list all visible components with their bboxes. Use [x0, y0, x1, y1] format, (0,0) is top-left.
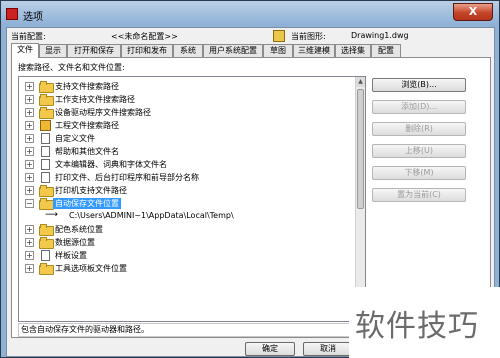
tree-item[interactable]: + 打印文件、后台打印程序和前导部分名称 — [19, 171, 339, 184]
document-icon — [41, 250, 50, 261]
expand-icon[interactable]: + — [25, 147, 34, 156]
tab-system[interactable]: 系统 — [173, 44, 203, 58]
tree-item-label: C:\Users\ADMINI~1\AppData\Local\Temp\ — [69, 211, 234, 220]
section-label: 搜索路径、文件名和文件位置: — [18, 63, 125, 72]
tree-item-label: 样板设置 — [55, 251, 87, 260]
folder-icon — [39, 94, 54, 106]
expand-icon[interactable]: + — [25, 82, 34, 91]
tree-item-label: 工作支持文件搜索路径 — [55, 95, 135, 104]
tree-item-label: 自动保存文件位置 — [53, 198, 121, 209]
tree-item[interactable]: + 配色系统位置 — [19, 223, 339, 236]
folder-icon — [39, 263, 54, 275]
tree-item[interactable]: + 样板设置 — [19, 249, 339, 262]
tree-item[interactable]: + 自定义文件 — [19, 132, 339, 145]
tab-selection[interactable]: 选择集 — [335, 44, 371, 58]
tree-item[interactable]: + 文本编辑器、词典和字体文件名 — [19, 158, 339, 171]
tree-item-label: 打印文件、后台打印程序和前导部分名称 — [55, 173, 199, 182]
expand-icon[interactable]: + — [25, 238, 34, 247]
tree-item-path[interactable]: ⟶ C:\Users\ADMINI~1\AppData\Local\Temp\ — [19, 210, 339, 223]
document-icon — [41, 172, 50, 183]
profile-label: 当前配置: — [11, 32, 46, 41]
tab-plot-publish[interactable]: 打印和发布 — [121, 44, 173, 58]
tab-open-save[interactable]: 打开和保存 — [67, 44, 121, 58]
expand-icon[interactable]: + — [25, 134, 34, 143]
tab-files[interactable]: 文件 — [11, 43, 39, 58]
expand-icon[interactable]: + — [25, 264, 34, 273]
tree-item-label: 配色系统位置 — [55, 225, 103, 234]
profile-value: <<未命名配置>> — [111, 32, 178, 41]
watermark-text: 软件技巧 — [355, 309, 479, 344]
move-down-button[interactable]: 下移(M) — [372, 166, 466, 180]
tree-item-label: 数据源位置 — [55, 238, 95, 247]
drawing-icon — [273, 30, 285, 42]
folder-icon — [39, 81, 54, 93]
title-bar[interactable]: 选项 X — [1, 1, 499, 27]
tree-item[interactable]: + 打印机支持文件路径 — [19, 184, 339, 197]
remove-button[interactable]: 删除(R) — [372, 122, 466, 136]
tree-item-autosave[interactable]: − 自动保存文件位置 — [19, 197, 339, 210]
tab-3d-modeling[interactable]: 三维建模 — [293, 44, 335, 58]
window-title: 选项 — [23, 12, 43, 23]
expand-icon[interactable]: + — [25, 173, 34, 182]
scroll-up-icon[interactable]: ▲ — [356, 77, 365, 87]
browse-button[interactable]: 浏览(B)... — [372, 78, 466, 92]
ok-button[interactable]: 确定 — [245, 342, 295, 356]
collapse-icon[interactable]: − — [25, 199, 34, 208]
tree-item-label: 帮助和其他文件名 — [55, 147, 119, 156]
tree-item[interactable]: + 设备驱动程序文件搜索路径 — [19, 106, 339, 119]
drawing-label: 当前图形: — [291, 32, 326, 41]
tree-item[interactable]: + 数据源位置 — [19, 236, 339, 249]
arrow-icon: ⟶ — [45, 210, 58, 220]
tree-item[interactable]: + 工作支持文件搜索路径 — [19, 93, 339, 106]
tab-drafting[interactable]: 草图 — [263, 44, 293, 58]
tab-display[interactable]: 显示 — [39, 44, 67, 58]
folder-icon — [39, 185, 54, 197]
move-up-button[interactable]: 上移(U) — [372, 144, 466, 158]
description-text: 包含自动保存文件的驱动器和路径。 — [18, 323, 366, 337]
expand-icon[interactable]: + — [25, 225, 34, 234]
app-icon — [6, 8, 18, 20]
tree-item-label: 支持文件搜索路径 — [55, 82, 119, 91]
tree-item-label: 打印机支持文件路径 — [55, 186, 127, 195]
cancel-button[interactable]: 取消 — [303, 342, 353, 356]
tree-item-label: 文本编辑器、词典和字体文件名 — [55, 160, 167, 169]
scroll-thumb[interactable] — [357, 89, 364, 209]
tree-item[interactable]: + 支持文件搜索路径 — [19, 80, 339, 93]
document-icon — [41, 159, 50, 170]
document-icon — [41, 133, 50, 144]
folder-icon — [39, 198, 54, 210]
tree-scrollbar[interactable]: ▲ ▼ — [355, 77, 365, 321]
expand-icon[interactable]: + — [25, 186, 34, 195]
tree-item[interactable]: + 工具选项板文件位置 — [19, 262, 339, 275]
book-icon — [40, 120, 51, 131]
tab-profiles[interactable]: 配置 — [371, 44, 401, 58]
drawing-value: Drawing1.dwg — [351, 31, 409, 40]
expand-icon[interactable]: + — [25, 108, 34, 117]
tree-item-label: 工程文件搜索路径 — [55, 121, 119, 130]
document-icon — [41, 146, 50, 157]
set-current-button[interactable]: 置为当前(C) — [372, 188, 466, 202]
profile-info: 当前配置: <<未命名配置>> 当前图形: Drawing1.dwg — [11, 30, 491, 44]
folder-icon — [39, 237, 54, 249]
tab-user-preferences[interactable]: 用户系统配置 — [203, 44, 263, 58]
tree-item[interactable]: + 工程文件搜索路径 — [19, 119, 339, 132]
folder-icon — [39, 224, 54, 236]
expand-icon[interactable]: + — [25, 121, 34, 130]
tree-item-label: 工具选项板文件位置 — [55, 264, 127, 273]
tree-item[interactable]: + 帮助和其他文件名 — [19, 145, 339, 158]
add-button[interactable]: 添加(D)... — [372, 100, 466, 114]
tab-strip: 文件 显示 打开和保存 打印和发布 系统 用户系统配置 草图 三维建模 选择集 … — [11, 43, 493, 58]
tree-item-label: 自定义文件 — [55, 134, 95, 143]
folder-icon — [39, 107, 54, 119]
expand-icon[interactable]: + — [25, 251, 34, 260]
close-button[interactable]: X — [453, 3, 493, 21]
file-location-tree[interactable]: + 支持文件搜索路径 + 工作支持文件搜索路径 + 设备驱动程序文件搜索路径 + — [18, 76, 366, 322]
expand-icon[interactable]: + — [25, 160, 34, 169]
watermark: 软件技巧 — [349, 287, 500, 358]
tree-item-label: 设备驱动程序文件搜索路径 — [55, 108, 151, 117]
expand-icon[interactable]: + — [25, 95, 34, 104]
